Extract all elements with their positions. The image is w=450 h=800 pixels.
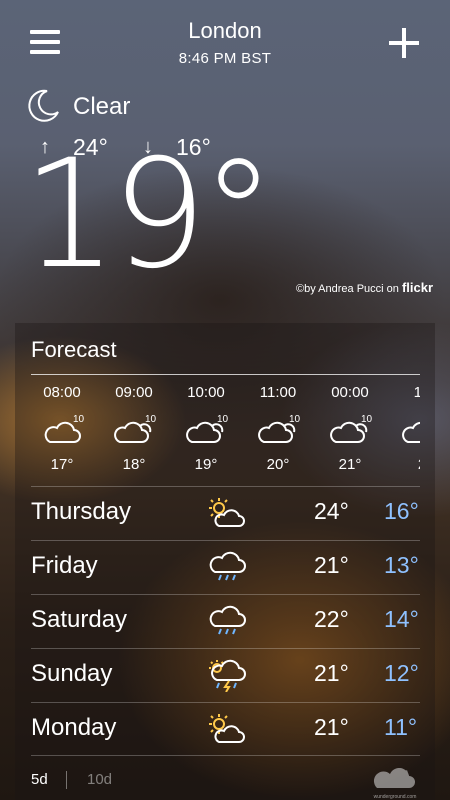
hour-item: 10:00 10 19° [175, 384, 237, 473]
day-low: 14° [384, 606, 419, 632]
local-time: 8:46 PM BST [178, 50, 272, 67]
row-divider [31, 486, 420, 487]
day-low: 16° [384, 498, 419, 524]
day-name: Sunday [31, 660, 113, 687]
current-temperature: 19° [22, 128, 276, 302]
hourly-forecast[interactable]: 08:00 10 17° 09:00 10 18° 10:00 10 19° 1… [31, 384, 420, 480]
row-divider [31, 540, 420, 541]
hour-temp: 21° [338, 456, 362, 473]
hour-time: 10:00 [187, 384, 225, 401]
daily-row[interactable]: Thursday 24° 16° [31, 486, 420, 539]
thunderstorm-icon [209, 659, 246, 692]
day-name: Thursday [31, 498, 132, 525]
hour-time: 00:00 [331, 384, 369, 401]
wunderground-text: wunderground.com [373, 794, 417, 800]
rain-icon [209, 605, 246, 635]
add-location-button[interactable] [389, 28, 419, 58]
row-divider [31, 755, 420, 756]
daily-row[interactable]: Saturday 22° 14° [31, 594, 420, 647]
row-divider [31, 648, 420, 649]
day-low: 13° [384, 552, 419, 578]
forecast-title: Forecast [31, 337, 117, 362]
day-high: 21° [314, 714, 349, 740]
precip-chance: 10 [145, 414, 157, 425]
day-high: 21° [314, 660, 349, 686]
day-high: 24° [314, 498, 349, 524]
day-high: 22° [314, 606, 349, 632]
city-name[interactable]: London [0, 18, 450, 44]
daily-row[interactable]: Monday 21° 11° [31, 702, 420, 755]
row-divider [31, 594, 420, 595]
tab-separator [66, 771, 67, 789]
moon-icon [28, 89, 59, 122]
partly-sunny-icon [209, 498, 245, 527]
hour-time: 13 [413, 384, 420, 401]
hour-item: 13 2 [391, 384, 420, 473]
credit-text: ©by Andrea Pucci on [296, 283, 399, 295]
weather-underground-logo: wunderground.com [373, 767, 417, 800]
cloudy-icon [402, 421, 420, 443]
flickr-logo: flickr [401, 280, 434, 295]
daily-row[interactable]: Friday 21° 13° [31, 540, 420, 593]
hour-time: 08:00 [43, 384, 81, 401]
precip-chance: 10 [289, 414, 301, 425]
hour-temp: 2 [391, 456, 420, 473]
hour-time: 11:00 [259, 384, 297, 401]
hour-temp: 17° [50, 456, 74, 473]
hour-temp: 18° [122, 456, 146, 473]
day-name: Monday [31, 714, 117, 741]
hour-temp: 19° [194, 456, 218, 473]
day-low: 11° [384, 714, 418, 740]
current-condition: Clear [73, 93, 131, 120]
hour-item: 00:00 10 21° [319, 384, 381, 473]
day-name: Saturday [31, 606, 128, 633]
photo-credit[interactable]: ©by Andrea Pucci on flickr [296, 280, 433, 295]
hour-item: 09:00 10 18° [103, 384, 165, 473]
partly-sunny-icon [209, 714, 245, 743]
daily-row[interactable]: Sunday 21° 12° [31, 648, 420, 701]
precip-chance: 10 [217, 414, 229, 425]
forecast-divider [31, 374, 420, 375]
rain-icon [209, 551, 246, 581]
wunderground-icon [373, 767, 415, 788]
precip-chance: 10 [73, 414, 85, 425]
hour-item: 11:00 10 20° [247, 384, 309, 473]
hour-temp: 20° [266, 456, 290, 473]
day-high: 21° [314, 552, 349, 578]
day-low: 12° [384, 660, 419, 686]
tab-5-day[interactable]: 5d [31, 771, 48, 788]
tab-10-day[interactable]: 10d [87, 771, 112, 788]
row-divider [31, 702, 420, 703]
hour-item: 08:00 10 17° [31, 384, 93, 473]
hour-time: 09:00 [115, 384, 153, 401]
precip-chance: 10 [361, 414, 373, 425]
day-name: Friday [31, 552, 98, 579]
